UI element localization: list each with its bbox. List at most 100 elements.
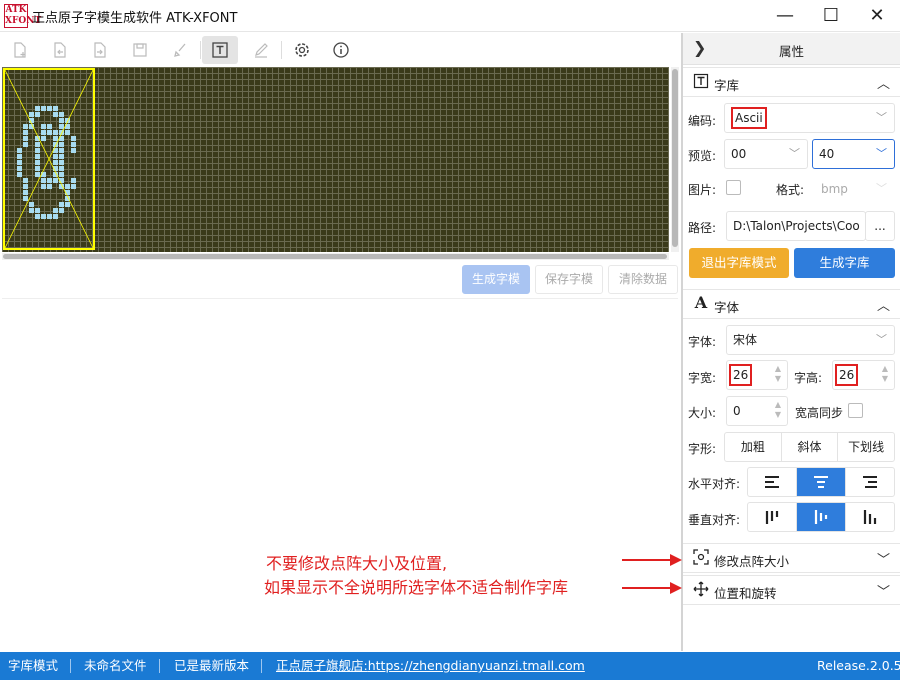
clear-data-button[interactable]: 清除数据 bbox=[608, 265, 678, 294]
horizontal-align-group bbox=[747, 467, 895, 497]
collapse-panel-icon[interactable]: ❯ bbox=[693, 38, 706, 57]
image-label: 图片: bbox=[688, 183, 717, 197]
align-right-button[interactable] bbox=[846, 468, 894, 496]
shop-label: 正点原子旗舰店: bbox=[276, 658, 368, 673]
shape-label: 字形: bbox=[688, 442, 717, 456]
font-style-group: 加粗 斜体 下划线 bbox=[724, 432, 895, 462]
preview-to-value: 40 bbox=[819, 147, 835, 161]
maximize-button[interactable]: ☐ bbox=[808, 0, 854, 32]
resize-matrix-title: 修改点阵大小 bbox=[714, 554, 790, 569]
text-icon bbox=[693, 73, 709, 89]
release-version: Release.2.0.5 bbox=[817, 658, 900, 673]
chevron-down-icon[interactable]: ﹀ bbox=[877, 549, 890, 568]
library-section-header[interactable]: 字库 ︿ bbox=[683, 67, 900, 97]
chevron-up-icon[interactable]: ︿ bbox=[877, 295, 890, 314]
chevron-down-icon[interactable]: ﹀ bbox=[877, 581, 890, 600]
size-value: 0 bbox=[733, 404, 741, 418]
vertical-align-group bbox=[747, 502, 895, 532]
resize-matrix-section-header[interactable]: 修改点阵大小 ﹀ bbox=[683, 543, 900, 573]
horizontal-scroll-thumb[interactable] bbox=[3, 254, 667, 259]
spin-arrows-icon[interactable]: ▲ ▼ bbox=[775, 364, 781, 384]
preview-to-select[interactable]: 40 ﹀ bbox=[812, 139, 895, 169]
font-icon: A bbox=[694, 293, 708, 312]
format-label: 格式: bbox=[776, 183, 805, 197]
status-version: 已是最新版本 bbox=[174, 658, 250, 673]
font-section-header[interactable]: A 字体 ︿ bbox=[683, 289, 900, 319]
valign-label: 垂直对齐: bbox=[688, 513, 741, 527]
vertical-scroll-thumb[interactable] bbox=[672, 69, 678, 247]
bold-button[interactable]: 加粗 bbox=[725, 433, 782, 461]
annotation-arrows bbox=[622, 554, 682, 594]
align-left-button[interactable] bbox=[748, 468, 797, 496]
move-icon bbox=[693, 581, 709, 597]
underline-button[interactable]: 下划线 bbox=[838, 433, 894, 461]
halign-label: 水平对齐: bbox=[688, 477, 741, 491]
generate-font-button[interactable]: 生成字模 bbox=[462, 265, 530, 294]
status-divider bbox=[70, 659, 71, 673]
chevron-down-icon: ﹀ bbox=[876, 182, 887, 195]
position-rotation-section-header[interactable]: 位置和旋转 ﹀ bbox=[683, 575, 900, 605]
save-font-button[interactable]: 保存字模 bbox=[535, 265, 603, 294]
minimize-button[interactable]: — bbox=[762, 0, 808, 32]
annotation-line-1: 不要修改点阵大小及位置, bbox=[266, 554, 448, 573]
browse-path-button[interactable]: ... bbox=[865, 211, 895, 241]
preview-from-value: 00 bbox=[731, 147, 747, 161]
align-center-icon bbox=[814, 476, 828, 488]
chevron-down-icon: ﹀ bbox=[876, 111, 887, 124]
annotation-line-2: 如果显示不全说明所选字体不适合制作字库 bbox=[264, 578, 569, 597]
glyph-bounding-box[interactable] bbox=[3, 68, 95, 250]
arrow-head bbox=[670, 582, 682, 594]
char-height-spinbox[interactable]: 26 ▲ ▼ bbox=[832, 360, 895, 390]
image-checkbox[interactable] bbox=[726, 180, 741, 195]
spin-arrows-icon[interactable]: ▲ ▼ bbox=[775, 400, 781, 420]
format-select[interactable]: bmp ﹀ bbox=[814, 174, 895, 204]
char-height-value: 26 bbox=[835, 364, 859, 386]
font-section-title: 字体 bbox=[714, 300, 740, 315]
align-bottom-button[interactable] bbox=[846, 503, 894, 531]
align-left-icon bbox=[765, 476, 779, 488]
status-file: 未命名文件 bbox=[84, 658, 147, 673]
glyph-preview bbox=[4, 69, 94, 249]
chevron-down-icon: ﹀ bbox=[789, 147, 800, 160]
status-bar: 字库模式 未命名文件 已是最新版本 正点原子旗舰店:https://zhengd… bbox=[0, 652, 900, 680]
preview-label: 预览: bbox=[688, 149, 717, 163]
library-section-title: 字库 bbox=[714, 78, 740, 93]
align-top-icon bbox=[765, 511, 779, 524]
format-value: bmp bbox=[821, 182, 848, 196]
resize-icon bbox=[693, 549, 709, 565]
spin-arrows-icon[interactable]: ▲ ▼ bbox=[882, 364, 888, 384]
size-label: 大小: bbox=[688, 406, 717, 420]
char-width-spinbox[interactable]: 26 ▲ ▼ bbox=[726, 360, 788, 390]
encoding-value: Ascii bbox=[731, 107, 767, 129]
chevron-up-icon[interactable]: ︿ bbox=[877, 73, 890, 92]
sync-checkbox[interactable] bbox=[848, 403, 863, 418]
char-width-value: 26 bbox=[729, 364, 753, 386]
font-label: 字体: bbox=[688, 335, 717, 349]
path-input[interactable]: D:\Talon\Projects\Coo bbox=[726, 211, 866, 241]
align-center-button[interactable] bbox=[797, 468, 846, 496]
position-rotation-title: 位置和旋转 bbox=[714, 586, 777, 601]
encoding-select[interactable]: Ascii ﹀ bbox=[724, 103, 895, 133]
properties-header: ❯ 属性 bbox=[683, 33, 900, 65]
properties-title: 属性 bbox=[779, 44, 805, 59]
align-middle-button[interactable] bbox=[797, 503, 846, 531]
path-label: 路径: bbox=[688, 221, 717, 235]
font-value: 宋体 bbox=[733, 333, 758, 347]
preview-from-select[interactable]: 00 ﹀ bbox=[724, 139, 808, 169]
align-top-button[interactable] bbox=[748, 503, 797, 531]
shop-link[interactable]: 正点原子旗舰店:https://zhengdianyuanzi.tmall.co… bbox=[276, 652, 585, 680]
status-divider bbox=[261, 659, 262, 673]
close-button[interactable]: ✕ bbox=[854, 0, 900, 32]
exit-library-mode-button[interactable]: 退出字库模式 bbox=[689, 248, 789, 278]
size-spinbox[interactable]: 0 ▲ ▼ bbox=[726, 396, 788, 426]
encoding-label: 编码: bbox=[688, 114, 717, 128]
chevron-down-icon: ﹀ bbox=[876, 147, 887, 160]
font-select[interactable]: 宋体 ﹀ bbox=[726, 325, 895, 355]
chevron-down-icon: ﹀ bbox=[876, 333, 887, 346]
arrow-head bbox=[670, 554, 682, 566]
generate-library-button[interactable]: 生成字库 bbox=[794, 248, 895, 278]
italic-button[interactable]: 斜体 bbox=[782, 433, 839, 461]
char-height-label: 字高: bbox=[794, 371, 823, 385]
align-middle-icon bbox=[814, 510, 828, 524]
sync-label: 宽高同步 bbox=[795, 406, 844, 420]
